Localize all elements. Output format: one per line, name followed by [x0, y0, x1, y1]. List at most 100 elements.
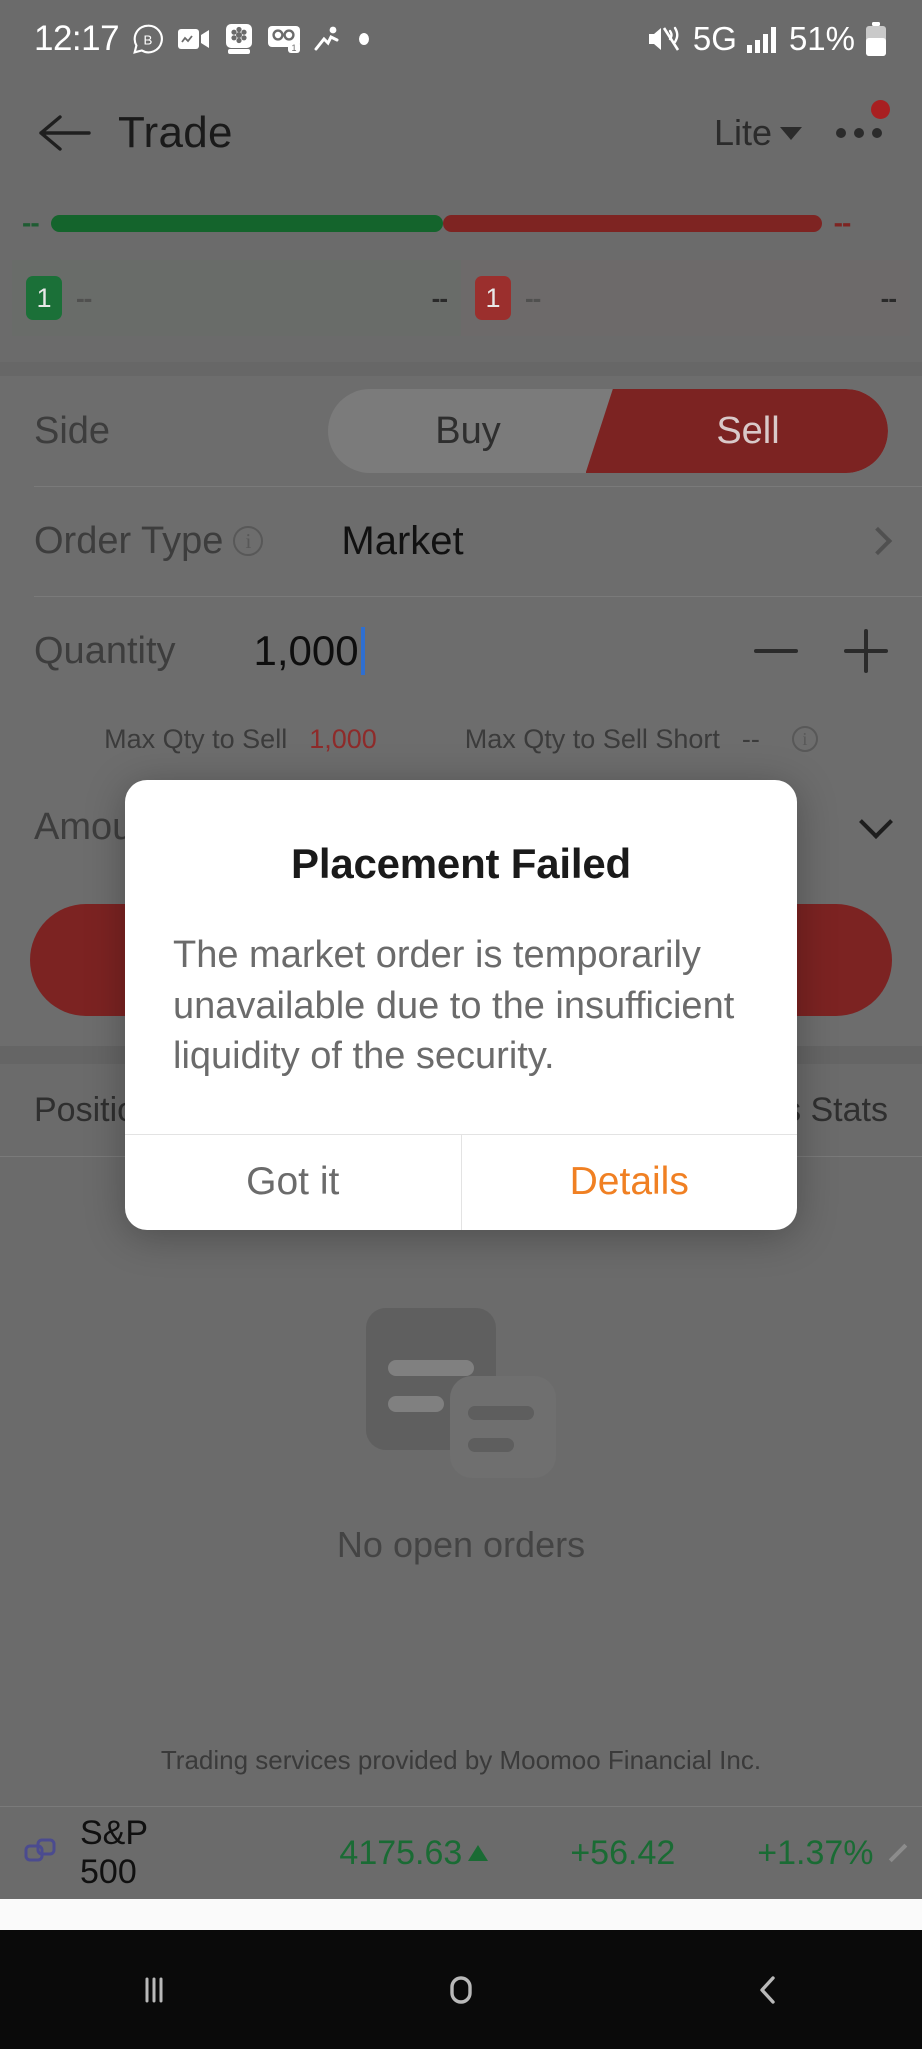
- page-title: Trade: [118, 108, 233, 157]
- spacer: [0, 336, 922, 362]
- bid-total-label: --: [22, 207, 40, 238]
- ask-quantity: --: [880, 282, 897, 313]
- ask-level-row[interactable]: 1 -- --: [461, 260, 910, 336]
- notification-badge: [871, 100, 890, 119]
- side-option-buy[interactable]: Buy: [328, 389, 608, 473]
- chevron-right-icon: [863, 526, 893, 556]
- more-options-button[interactable]: [832, 100, 890, 148]
- info-icon[interactable]: i: [791, 726, 818, 752]
- empty-state-text: No open orders: [336, 1524, 586, 1565]
- back-arrow-icon[interactable]: [36, 105, 92, 161]
- illustration-line: [388, 1396, 444, 1412]
- ask-level-badge: 1: [475, 276, 511, 320]
- max-qty-sell-value: 1,000: [309, 723, 377, 754]
- section-divider: [0, 362, 922, 376]
- max-qty-short-value: --: [741, 723, 760, 754]
- bid-price: --: [76, 282, 92, 313]
- side-label: Side: [34, 409, 111, 452]
- empty-state: No open orders: [0, 1157, 922, 1717]
- mute-vibrate-icon: [646, 23, 684, 55]
- quantity-label: Quantity: [34, 629, 176, 672]
- kebab-dot: [872, 128, 882, 138]
- max-qty-short-label: Max Qty to Sell Short: [464, 723, 720, 754]
- order-type-label: Order Type: [34, 519, 224, 562]
- ticker-change-percent: +1.37%: [757, 1833, 874, 1872]
- max-qty-sell-label: Max Qty to Sell: [104, 723, 288, 754]
- quantity-input[interactable]: 1,000: [254, 627, 365, 675]
- placement-failed-dialog: Placement Failed The market order is tem…: [125, 780, 797, 1230]
- battery-icon: [864, 22, 888, 56]
- status-bar-right: 5G 51%: [646, 20, 888, 58]
- svg-text:B: B: [144, 32, 153, 47]
- depth-bar-row: -- --: [0, 202, 922, 244]
- dot-icon: [357, 32, 371, 46]
- bid-level-row[interactable]: 1 -- --: [12, 260, 461, 336]
- dialog-actions: Got it Details: [125, 1133, 798, 1230]
- quantity-stepper: [754, 629, 888, 673]
- kebab-dot: [854, 128, 864, 138]
- chevron-down-icon: [780, 126, 802, 140]
- illustration-card-front: [450, 1376, 556, 1478]
- ask-price: --: [525, 282, 541, 313]
- illustration-line: [468, 1438, 514, 1452]
- text-cursor: [360, 627, 365, 675]
- arrow-up-icon: [468, 1845, 489, 1861]
- app-header: Trade Lite: [0, 78, 922, 188]
- photo-editor-icon: [224, 23, 254, 55]
- header-actions: Lite: [714, 100, 890, 154]
- order-book-section: -- -- 1 -- -- 1 -- --: [0, 188, 922, 362]
- info-icon[interactable]: i: [233, 526, 264, 556]
- empty-orders-illustration: [366, 1308, 556, 1478]
- details-button[interactable]: Details: [460, 1134, 798, 1230]
- ask-depth-bar: [442, 214, 822, 232]
- side-toggle[interactable]: Buy Sell: [328, 389, 888, 473]
- ticker-change: +56.42: [570, 1833, 676, 1872]
- voicemail-icon: 1: [267, 24, 301, 54]
- video-recorder-icon: [177, 26, 211, 52]
- dialog-title: Placement Failed: [291, 840, 631, 887]
- nav-back-icon[interactable]: [615, 1966, 922, 2014]
- ask-total-label: --: [833, 207, 852, 238]
- link-icon[interactable]: [24, 1836, 58, 1870]
- disclaimer-text: Trading services provided by Moomoo Fina…: [0, 1717, 922, 1806]
- illustration-line: [388, 1360, 474, 1376]
- svg-text:1: 1: [292, 43, 297, 53]
- plus-icon[interactable]: [844, 629, 888, 673]
- quantity-hints: Max Qty to Sell 1,000 Max Qty to Sell Sh…: [0, 706, 922, 772]
- side-row: Side Buy Sell: [0, 376, 922, 486]
- trade-mode-label: Lite: [713, 112, 772, 153]
- bid-level-badge: 1: [26, 276, 62, 320]
- quantity-row: Quantity 1,000: [0, 596, 922, 706]
- home-icon[interactable]: [307, 1966, 614, 2014]
- got-it-button[interactable]: Got it: [125, 1135, 461, 1230]
- recents-icon[interactable]: [0, 1966, 307, 2014]
- dialog-message: The market order is temporarily unavaila…: [173, 934, 735, 1078]
- status-time: 12:17: [34, 19, 120, 58]
- ticker-name: S&P 500: [80, 1814, 148, 1891]
- android-navigation-bar: [0, 1930, 922, 2049]
- network-type-label: 5G: [692, 20, 737, 57]
- battery-percent-label: 51%: [788, 20, 855, 57]
- status-bar: 12:17 B 1 5G 51%: [0, 0, 922, 78]
- side-option-sell[interactable]: Sell: [608, 389, 888, 473]
- chevron-down-icon: [859, 805, 893, 839]
- running-person-icon: [314, 25, 344, 53]
- signal-bars-icon: [746, 25, 780, 53]
- bid-quantity: --: [431, 282, 448, 313]
- depth-levels: 1 -- -- 1 -- --: [12, 260, 910, 336]
- illustration-line: [468, 1406, 534, 1420]
- phone-screen: 12:17 B 1 5G 51% Trade Lite -- -- 1 -- -…: [0, 0, 922, 2049]
- status-bar-left: 12:17 B 1: [34, 19, 371, 59]
- messenger-b-icon: B: [132, 23, 164, 55]
- trade-mode-selector[interactable]: Lite: [714, 112, 802, 154]
- kebab-dot: [836, 128, 846, 138]
- minus-icon[interactable]: [754, 649, 798, 653]
- chevron-up-icon[interactable]: [888, 1843, 907, 1863]
- quantity-value: 1,000: [253, 627, 359, 674]
- ticker-price-value: 4175.63: [339, 1833, 463, 1872]
- order-type-value: Market: [341, 518, 464, 563]
- index-ticker-bar[interactable]: S&P 500 4175.63 +56.42 +1.37%: [0, 1807, 922, 1899]
- order-type-row[interactable]: Order Type i Market: [0, 486, 922, 596]
- ticker-price: 4175.63: [339, 1833, 489, 1873]
- bid-depth-bar: [50, 214, 443, 232]
